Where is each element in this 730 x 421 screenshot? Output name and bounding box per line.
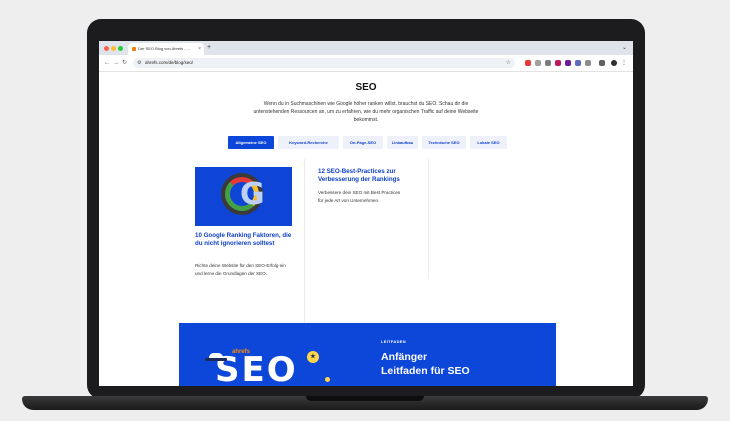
guide-label: LEITFADEN [381, 339, 406, 344]
back-icon[interactable]: ← [104, 58, 110, 68]
browser-tab[interactable]: Der SEO Blog von Ahrefs - ... × [128, 43, 204, 55]
page-intro: Wenn du in Suchmaschinen wie Google höhe… [253, 101, 479, 123]
decorative-dot [325, 377, 330, 382]
google-g-icon: G [240, 177, 265, 212]
reload-icon[interactable]: ↻ [122, 58, 127, 68]
seo-illustration-text: SEO [215, 350, 298, 386]
close-window-icon[interactable] [104, 46, 109, 51]
address-bar[interactable]: ⚙ ahrefs.com/de/blog/seo/ ☆ [133, 58, 515, 68]
post-thumbnail-image[interactable]: G [195, 167, 292, 226]
maximize-window-icon[interactable] [118, 46, 123, 51]
puzzle-extensions-icon[interactable] [585, 60, 591, 66]
tab-on-page-seo[interactable]: On-Page-SEO [343, 136, 383, 149]
star-badge-icon: ★ [307, 351, 319, 363]
extension-icon[interactable] [565, 60, 571, 66]
ahrefs-favicon-icon [132, 47, 136, 51]
tab-allgemeine-seo[interactable]: Allgemeine SEO [228, 136, 274, 149]
menu-kebab-icon[interactable]: ⋮ [621, 58, 627, 68]
post-excerpt: Richte deine Website für den SEO-Erfolg … [195, 263, 286, 276]
url-text: ahrefs.com/de/blog/seo/ [145, 60, 194, 65]
browser-toolbar: ← → ↻ ⚙ ahrefs.com/de/blog/seo/ ☆ ⋮ [99, 55, 633, 72]
extension-icon[interactable] [555, 60, 561, 66]
download-icon[interactable] [599, 60, 605, 66]
tab-bar: Der SEO Blog von Ahrefs - ... × + ⌄ [99, 41, 633, 55]
bookmark-star-icon[interactable]: ☆ [506, 58, 511, 68]
page-content: SEO Wenn du in Suchmaschinen wie Google … [99, 72, 633, 386]
category-tabs: Allgemeine SEO Keyword-Recherche On-Page… [99, 136, 633, 150]
beginner-guide-banner[interactable]: ahrefs SEO ★ LEITFADEN Anfänger Leitfade… [179, 323, 556, 386]
new-tab-button[interactable]: + [207, 42, 211, 54]
tab-close-icon[interactable]: × [198, 43, 201, 55]
guide-title[interactable]: Anfänger Leitfaden für SEO [381, 350, 470, 378]
minimize-window-icon[interactable] [111, 46, 116, 51]
tab-lokale-seo[interactable]: Lokale SEO [470, 136, 507, 149]
extension-icon[interactable] [575, 60, 581, 66]
post-excerpt: Verbessere dein SEO mit Best Practices f… [318, 190, 401, 203]
tab-keyword-recherche[interactable]: Keyword-Recherche [278, 136, 339, 149]
captain-hat-brim [205, 358, 227, 361]
guide-title-line1: Anfänger [381, 351, 428, 363]
forward-icon[interactable]: → [113, 58, 119, 68]
profile-avatar[interactable] [611, 60, 617, 66]
guide-title-line2: Leitfaden für SEO [381, 365, 470, 377]
page-title: SEO [355, 82, 377, 93]
tab-list-chevron-icon[interactable]: ⌄ [622, 42, 627, 54]
post-card[interactable]: G 10 Google Ranking Faktoren, die du nic… [191, 159, 305, 323]
extension-icon[interactable] [545, 60, 551, 66]
tab-title: Der SEO Blog von Ahrefs - ... [138, 46, 191, 51]
browser-window: Der SEO Blog von Ahrefs - ... × + ⌄ ← → … [99, 41, 633, 386]
tab-linkaufbau[interactable]: Linkaufbau [387, 136, 418, 149]
extension-icon[interactable] [525, 60, 531, 66]
post-title[interactable]: 10 Google Ranking Faktoren, die du nicht… [195, 232, 299, 248]
post-title[interactable]: 12 SEO-Best-Practices zur Verbesserung d… [318, 168, 424, 184]
extension-icon[interactable] [535, 60, 541, 66]
tab-technische-seo[interactable]: Technische SEO [422, 136, 466, 149]
post-card[interactable]: 12 SEO-Best-Practices zur Verbesserung d… [312, 159, 429, 279]
site-info-icon[interactable]: ⚙ [137, 58, 141, 68]
laptop-notch [306, 396, 424, 401]
